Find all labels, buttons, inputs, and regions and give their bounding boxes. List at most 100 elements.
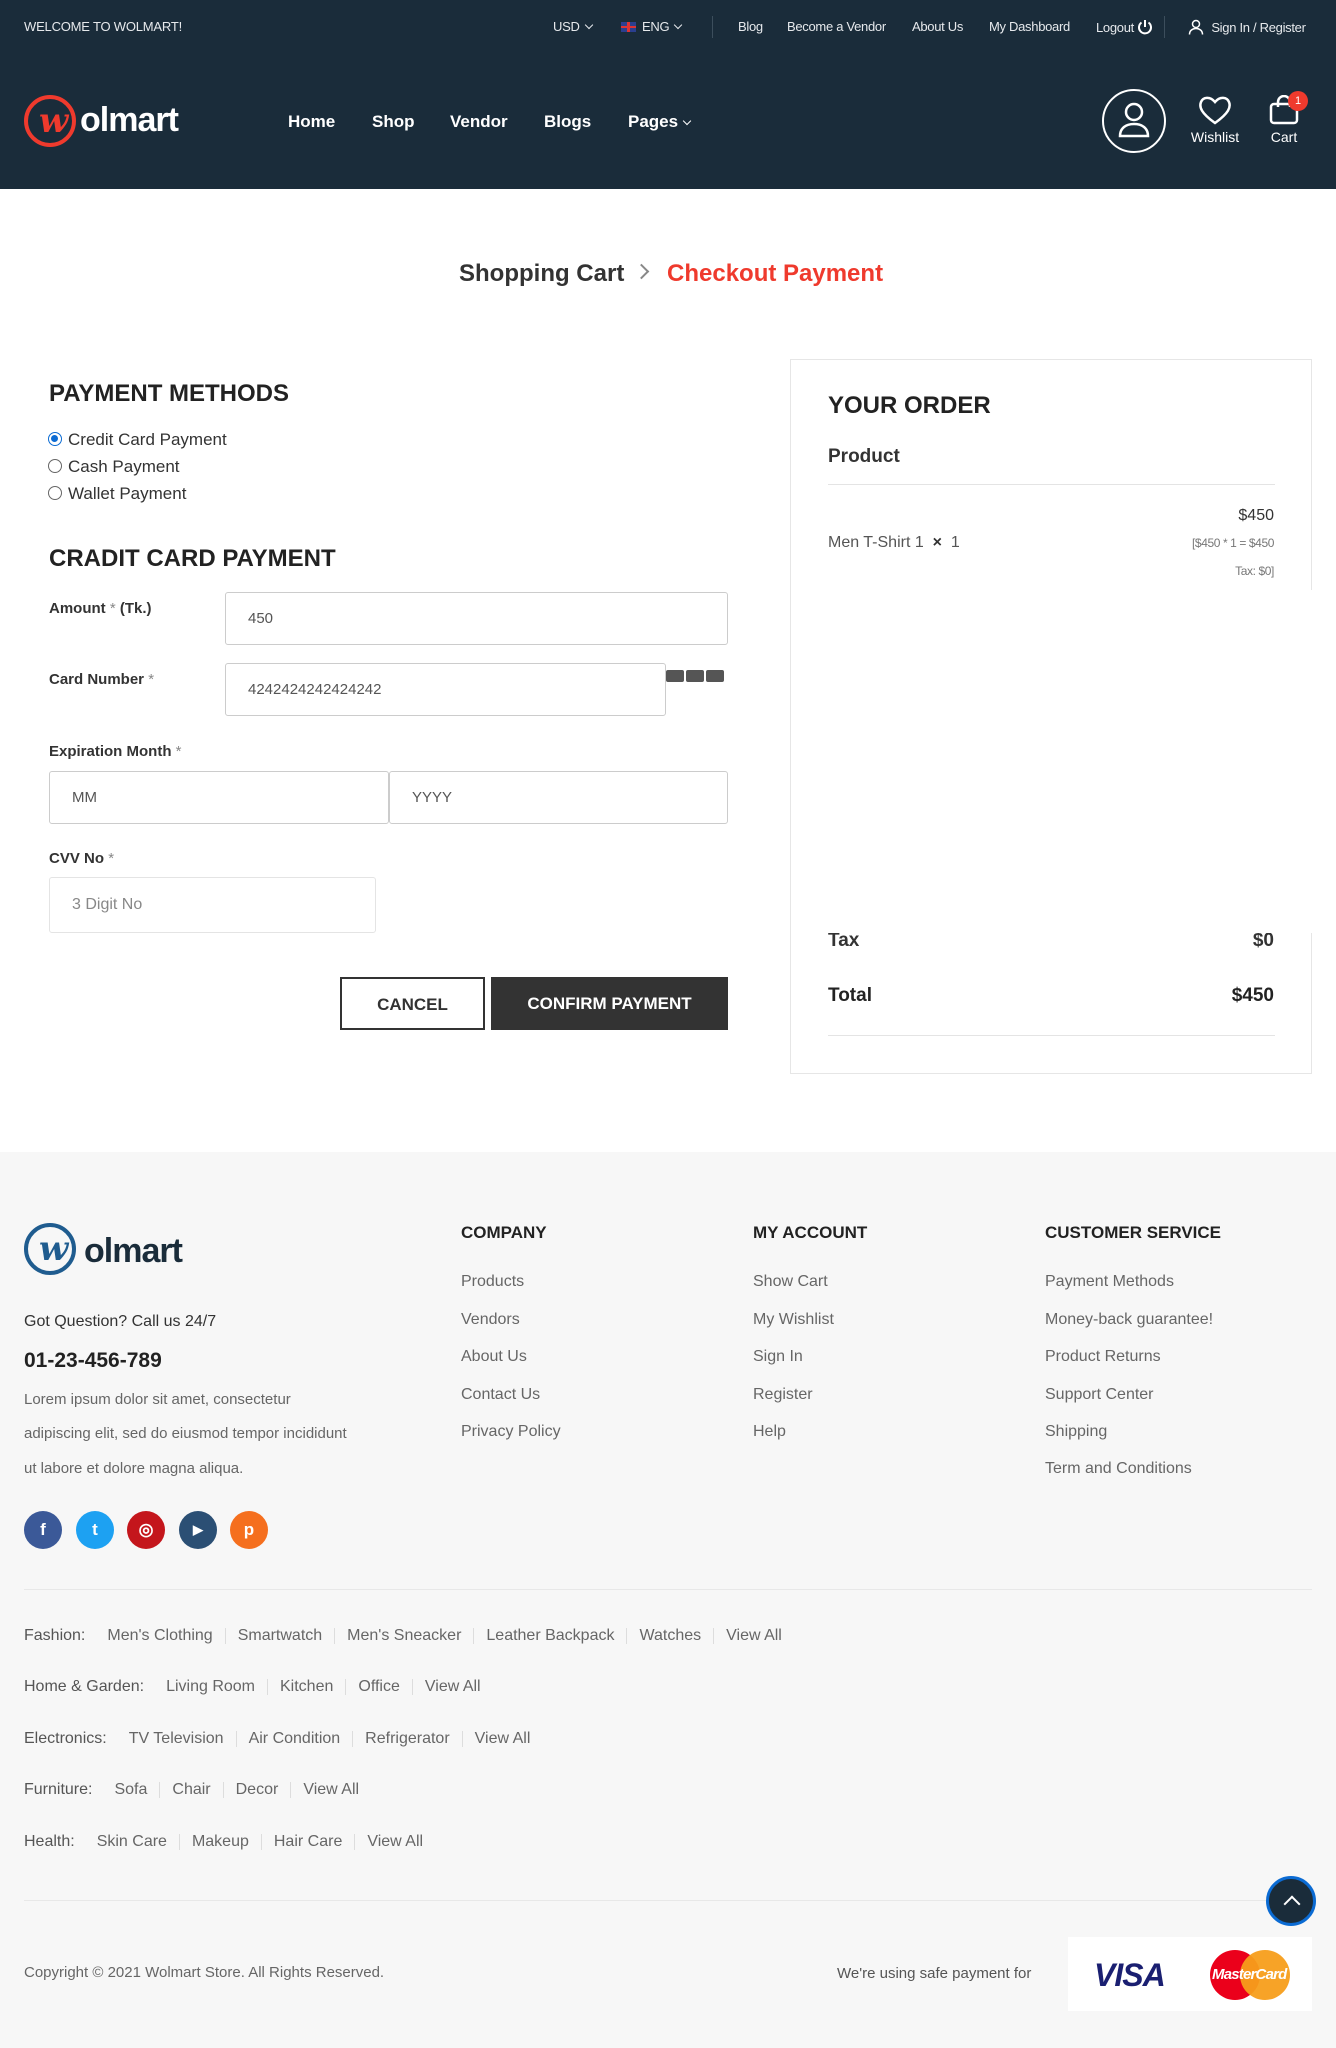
safe-payment-text: We're using safe payment for bbox=[837, 1965, 1032, 1982]
footer: w olmart Got Question? Call us 24/7 01-2… bbox=[0, 1152, 1336, 2048]
category-link[interactable]: View All bbox=[290, 1782, 371, 1798]
expiration-label: Expiration Month * bbox=[49, 743, 182, 760]
logo-mark: w bbox=[24, 95, 76, 147]
divider bbox=[828, 484, 1275, 485]
order-item-price: $450 bbox=[1238, 507, 1274, 524]
language-select[interactable]: ENG bbox=[621, 19, 683, 34]
footer-link-wishlist[interactable]: My Wishlist bbox=[753, 1311, 834, 1329]
mastercard-icon bbox=[686, 670, 704, 682]
scroll-to-top-button[interactable] bbox=[1266, 1876, 1316, 1926]
expiry-month-field[interactable]: MM bbox=[49, 771, 389, 824]
category-link[interactable]: Smartwatch bbox=[224, 1628, 334, 1644]
nav-shop[interactable]: Shop bbox=[372, 112, 415, 132]
tax-value: $0 bbox=[1252, 930, 1274, 951]
footer-link-support[interactable]: Support Center bbox=[1045, 1386, 1154, 1404]
visa-logo: VISA bbox=[1094, 1957, 1166, 1993]
footer-link-register[interactable]: Register bbox=[753, 1386, 813, 1404]
category-link[interactable]: View All bbox=[354, 1834, 435, 1850]
nav-blogs[interactable]: Blogs bbox=[544, 112, 591, 132]
person-icon bbox=[1188, 19, 1204, 35]
youtube-icon[interactable]: ▶ bbox=[179, 1511, 217, 1549]
footer-link-money-back[interactable]: Money-back guarantee! bbox=[1045, 1311, 1213, 1329]
footer-heading-customer-service: CUSTOMER SERVICE bbox=[1045, 1223, 1222, 1242]
signin-link[interactable]: Sign In / Register bbox=[1188, 19, 1306, 35]
pinterest-icon[interactable]: p bbox=[230, 1511, 268, 1549]
footer-link-contact[interactable]: Contact Us bbox=[461, 1386, 540, 1404]
nav-home[interactable]: Home bbox=[288, 112, 335, 132]
radio-dot-selected[interactable] bbox=[48, 432, 62, 446]
top-bar: WELCOME TO WOLMART! USD ENG Blog Become … bbox=[0, 0, 1336, 55]
category-link[interactable]: Hair Care bbox=[260, 1834, 354, 1850]
account-button[interactable] bbox=[1102, 89, 1166, 153]
category-link[interactable]: View All bbox=[411, 1679, 493, 1695]
category-link[interactable]: Office bbox=[345, 1679, 412, 1695]
category-link[interactable]: Men's Clothing bbox=[99, 1628, 224, 1644]
radio-wallet[interactable]: Wallet Payment bbox=[48, 484, 186, 504]
breadcrumb-shopping-cart[interactable]: Shopping Cart bbox=[459, 260, 624, 288]
footer-link-privacy[interactable]: Privacy Policy bbox=[461, 1423, 561, 1441]
topbar-link-become-vendor[interactable]: Become a Vendor bbox=[787, 19, 886, 34]
footer-link-shipping[interactable]: Shipping bbox=[1045, 1423, 1107, 1441]
category-link[interactable]: Makeup bbox=[178, 1834, 261, 1850]
category-link[interactable]: View All bbox=[713, 1628, 794, 1644]
footer-link-products[interactable]: Products bbox=[461, 1273, 524, 1291]
cvv-field[interactable]: 3 Digit No bbox=[49, 877, 376, 933]
category-link[interactable]: TV Television bbox=[121, 1731, 236, 1747]
category-link[interactable]: Air Condition bbox=[235, 1731, 353, 1747]
footer-link-help[interactable]: Help bbox=[753, 1423, 786, 1441]
radio-cash[interactable]: Cash Payment bbox=[48, 457, 180, 477]
category-link[interactable]: Chair bbox=[159, 1782, 222, 1798]
phone-number[interactable]: 01-23-456-789 bbox=[24, 1349, 162, 1373]
divider bbox=[24, 1900, 1312, 1901]
topbar-link-dashboard[interactable]: My Dashboard bbox=[989, 19, 1070, 34]
about-line: ut labore et dolore magna aliqua. bbox=[24, 1460, 244, 1477]
amount-field[interactable]: 450 bbox=[225, 592, 728, 645]
topbar-link-blog[interactable]: Blog bbox=[738, 19, 763, 34]
logout-link[interactable]: Logout bbox=[1096, 19, 1153, 35]
footer-link-terms[interactable]: Term and Conditions bbox=[1045, 1460, 1192, 1478]
radio-dot[interactable] bbox=[48, 486, 62, 500]
cancel-button[interactable]: CANCEL bbox=[340, 977, 485, 1030]
category-link[interactable]: Living Room bbox=[158, 1679, 267, 1695]
currency-select[interactable]: USD bbox=[553, 19, 593, 34]
category-link[interactable]: Sofa bbox=[106, 1782, 159, 1798]
footer-link-show-cart[interactable]: Show Cart bbox=[753, 1273, 828, 1291]
footer-link-vendors[interactable]: Vendors bbox=[461, 1311, 520, 1329]
category-link[interactable]: Leather Backpack bbox=[473, 1628, 626, 1644]
footer-link-returns[interactable]: Product Returns bbox=[1045, 1348, 1161, 1366]
wishlist-button[interactable]: Wishlist bbox=[1186, 95, 1244, 145]
nav-vendor[interactable]: Vendor bbox=[450, 112, 508, 132]
category-link[interactable]: Decor bbox=[222, 1782, 291, 1798]
category-row-fashion: Fashion: Men's Clothing Smartwatch Men's Sn… bbox=[24, 1627, 794, 1645]
cvv-label: CVV No * bbox=[49, 850, 115, 867]
divider bbox=[712, 16, 713, 38]
divider bbox=[1164, 16, 1165, 38]
card-number-field[interactable]: 4242424242424242 bbox=[225, 663, 666, 716]
payment-methods-title: PAYMENT METHODS bbox=[49, 380, 290, 407]
twitter-icon[interactable]: t bbox=[76, 1511, 114, 1549]
nav-pages[interactable]: Pages bbox=[628, 112, 692, 132]
radio-credit-card[interactable]: Credit Card Payment bbox=[48, 430, 227, 450]
category-link[interactable]: Men's Sneacker bbox=[334, 1628, 473, 1644]
radio-dot[interactable] bbox=[48, 459, 62, 473]
order-item-name: Men T-Shirt 1 × 1 bbox=[828, 534, 960, 551]
confirm-payment-button[interactable]: CONFIRM PAYMENT bbox=[491, 977, 728, 1030]
footer-link-payment-methods[interactable]: Payment Methods bbox=[1045, 1273, 1174, 1291]
call-question: Got Question? Call us 24/7 bbox=[24, 1313, 217, 1330]
welcome-text: WELCOME TO WOLMART! bbox=[24, 19, 182, 34]
category-link[interactable]: Kitchen bbox=[267, 1679, 345, 1695]
visa-card-icon bbox=[666, 670, 684, 682]
category-link[interactable]: View All bbox=[461, 1731, 543, 1747]
facebook-icon[interactable]: f bbox=[24, 1511, 62, 1549]
category-link[interactable]: Watches bbox=[626, 1628, 713, 1644]
category-link[interactable]: Refrigerator bbox=[352, 1731, 461, 1747]
category-link[interactable]: Skin Care bbox=[89, 1834, 179, 1850]
instagram-icon[interactable]: ◎ bbox=[127, 1511, 165, 1549]
expiry-year-field[interactable]: YYYY bbox=[389, 771, 728, 824]
order-item-tax: Tax: $0] bbox=[1235, 564, 1274, 578]
topbar-link-about[interactable]: About Us bbox=[912, 19, 963, 34]
footer-link-sign-in[interactable]: Sign In bbox=[753, 1348, 803, 1366]
mastercard-logo: MasterCard bbox=[1210, 1950, 1290, 2000]
heart-icon bbox=[1199, 96, 1231, 125]
footer-link-about[interactable]: About Us bbox=[461, 1348, 527, 1366]
